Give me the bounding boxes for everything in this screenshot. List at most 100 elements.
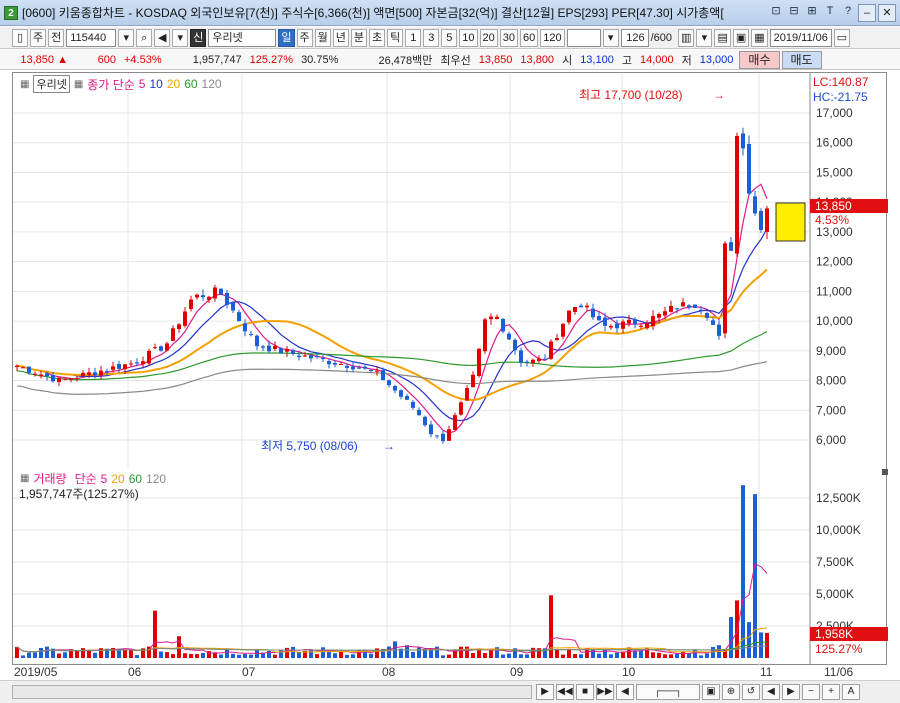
chart-menu-icon[interactable]: ▯ (12, 28, 28, 47)
link-icon[interactable]: ⊞ (804, 4, 820, 20)
tick-10[interactable]: 10 (459, 28, 478, 47)
candle-body (309, 355, 313, 359)
bars-dropdown-icon[interactable]: ▾ (696, 28, 713, 47)
close-button[interactable]: ✕ (878, 3, 896, 22)
candle-body (537, 358, 541, 362)
calendar-icon[interactable]: ▭ (833, 28, 851, 47)
layout-icon[interactable]: ⊟ (786, 4, 802, 20)
ruler-icon[interactable]: ┌──┐ (636, 684, 700, 700)
stock-code-input[interactable]: 115440 (66, 28, 117, 47)
stock-name-field[interactable]: 우리넷 (208, 28, 277, 47)
tick-60[interactable]: 60 (520, 28, 539, 47)
legend-ma-120[interactable]: 120 (202, 77, 222, 91)
candle-body (609, 326, 613, 328)
legend-ma-60[interactable]: 60 (184, 77, 197, 91)
volume-bar (63, 652, 67, 658)
tick-5[interactable]: 5 (441, 28, 458, 47)
date-input[interactable]: 2019/11/06 (769, 28, 832, 47)
legend-stock-name[interactable]: 우리넷 (33, 75, 70, 93)
zoom-reset-icon[interactable]: ↺ (742, 684, 760, 700)
volume-bar (321, 647, 325, 658)
low-arrow: → (383, 439, 395, 453)
interval-week[interactable]: 주 (296, 28, 313, 47)
volume-chart[interactable]: 12,500K10,000K7,500K5,000K2,500K 1,958K … (13, 468, 888, 665)
zoom-out-icon[interactable]: − (802, 684, 820, 700)
interval-tick[interactable]: 틱 (387, 28, 404, 47)
interval-day[interactable]: 일 (278, 28, 295, 47)
candle-body (579, 305, 583, 308)
interval-second[interactable]: 초 (369, 28, 386, 47)
interval-minute[interactable]: 분 (350, 28, 367, 47)
minimize-button[interactable]: – (858, 3, 876, 22)
save-icon[interactable]: ▣ (732, 28, 750, 47)
volume-bar (471, 653, 475, 658)
help-icon[interactable]: ? (840, 4, 856, 20)
interval-year[interactable]: 년 (332, 28, 349, 47)
period-select[interactable]: 주 (30, 28, 47, 47)
pin-icon[interactable]: ⊡ (768, 4, 784, 20)
date-tick-label: 2019/05 (14, 665, 58, 679)
legend-ma-5[interactable]: 5 (139, 77, 146, 91)
volume-tick-label: 5,000K (816, 587, 854, 601)
prev-page-icon[interactable]: ◀ (616, 684, 634, 700)
volume-legend-ma-60[interactable]: 60 (129, 472, 142, 486)
price-chart[interactable]: 17,00016,00015,00014,00013,00012,00011,0… (13, 73, 888, 470)
candle-body (633, 319, 637, 325)
code-dropdown-icon[interactable]: ▾ (118, 28, 135, 47)
candle-body (63, 378, 67, 380)
legend-ma-20[interactable]: 20 (167, 77, 180, 91)
candle-body (471, 374, 475, 388)
print-icon[interactable]: ▦ (751, 28, 768, 47)
custom-tick-input[interactable] (566, 28, 601, 47)
candle-body (615, 323, 619, 329)
price-tick-label: 10,000 (816, 314, 853, 328)
volume-chart-panel[interactable]: 12,500K 10,000K 7,500K 5,000K 2,500K 1,958K … (12, 468, 888, 665)
custom-tick-dropdown-icon[interactable]: ▾ (602, 28, 619, 47)
candle-body (123, 364, 127, 370)
tick-30[interactable]: 30 (499, 28, 518, 47)
next-icon[interactable]: ▶ (782, 684, 800, 700)
rewind-icon[interactable]: ◀◀ (556, 684, 574, 700)
prev-button[interactable]: 전 (48, 28, 65, 47)
legend-ma-10[interactable]: 10 (149, 77, 162, 91)
legend-ma-grip-icon[interactable]: ▦ (74, 79, 83, 90)
tick-20[interactable]: 20 (479, 28, 498, 47)
hc-label: HC:-21.75 (813, 90, 868, 104)
panel-resize-handle[interactable] (882, 469, 888, 475)
zoom-in-icon[interactable]: + (822, 684, 840, 700)
zoom-box-icon[interactable]: ▣ (702, 684, 720, 700)
volume-legend-grip-icon[interactable]: ▦ (20, 473, 29, 484)
ask-price: 13,850 (478, 53, 513, 66)
volume-bar (195, 654, 199, 658)
candle-body (705, 313, 709, 318)
candle-body (387, 380, 391, 386)
play-icon[interactable]: ▶ (536, 684, 554, 700)
text-icon[interactable]: T (822, 4, 838, 20)
chart-scrollbar[interactable] (12, 685, 532, 699)
prev-icon[interactable]: ◀ (762, 684, 780, 700)
font-size-icon[interactable]: A (842, 684, 860, 700)
stop-icon[interactable]: ■ (576, 684, 594, 700)
tick-1[interactable]: 1 (405, 28, 422, 47)
buy-button[interactable]: 매수 (739, 50, 780, 69)
forward-icon[interactable]: ▶▶ (596, 684, 614, 700)
crosshair-icon[interactable]: ⊕ (722, 684, 740, 700)
tick-3[interactable]: 3 (423, 28, 440, 47)
legend-ma-title[interactable]: 종가 단순 (87, 76, 135, 93)
volume-legend-ma-5[interactable]: 5 (101, 472, 108, 486)
settings-icon[interactable]: ▤ (714, 28, 731, 47)
sell-button[interactable]: 매도 (781, 50, 822, 69)
interval-month[interactable]: 월 (314, 28, 331, 47)
current-price: 13,850 ▲ (20, 53, 68, 66)
legend-grip-icon[interactable]: ▦ (20, 79, 29, 90)
price-chart-panel[interactable]: 17,00016,00015,00014,00013,00012,00011,0… (12, 72, 888, 470)
navigation-controls: ▶ ◀◀ ■ ▶▶ ◀ ┌──┐ ▣ ⊕ ↺ ◀ ▶ − + A (536, 684, 860, 700)
volume-legend-ma-120[interactable]: 120 (146, 472, 166, 486)
volume-legend-ma-20[interactable]: 20 (111, 472, 124, 486)
search-icon[interactable]: ⌕ (136, 28, 153, 47)
speaker-icon[interactable]: ◀ (154, 28, 171, 47)
count-input[interactable]: 126 (620, 28, 649, 47)
bars-icon[interactable]: ▥ (678, 28, 695, 47)
speaker-dropdown-icon[interactable]: ▾ (172, 28, 189, 47)
tick-120[interactable]: 120 (540, 28, 565, 47)
